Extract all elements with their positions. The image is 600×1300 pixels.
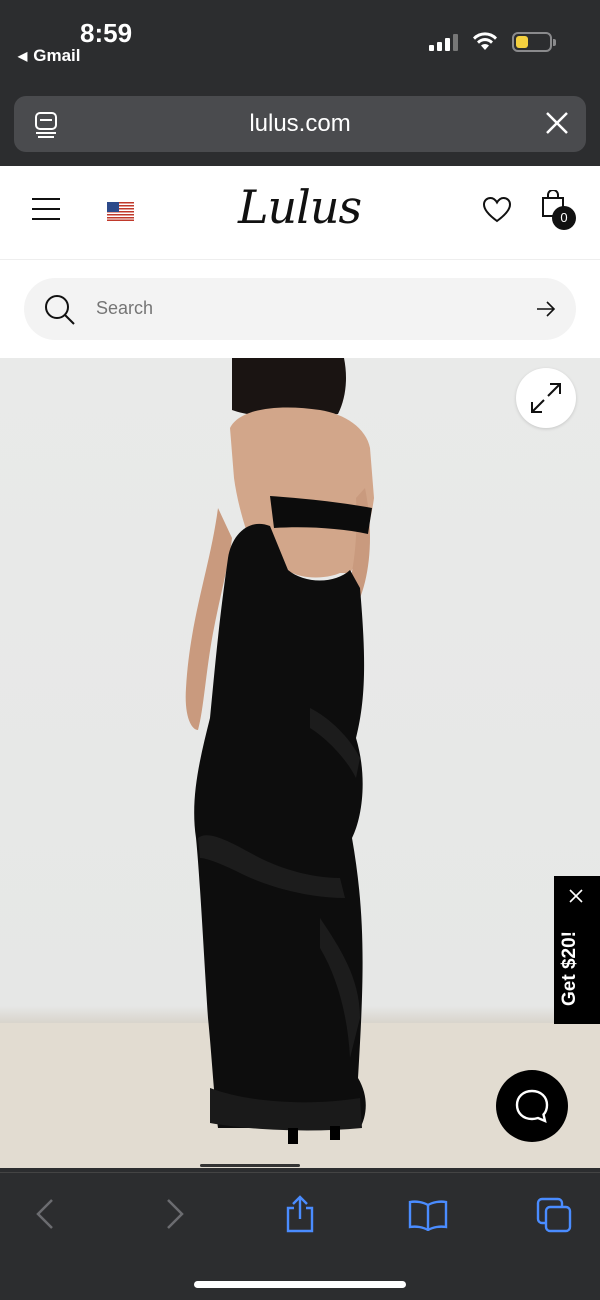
close-icon[interactable]: [544, 110, 570, 136]
menu-icon[interactable]: [32, 198, 60, 228]
promo-label[interactable]: Get $20!: [559, 906, 581, 1006]
wifi-icon: [473, 32, 497, 50]
site-header: Lulus 0: [0, 166, 600, 260]
search-bar[interactable]: [24, 278, 576, 340]
cellular-signal-icon: [429, 33, 458, 51]
cart-count-badge: 0: [552, 206, 576, 230]
expand-icon: [531, 383, 561, 413]
us-flag-icon[interactable]: [107, 202, 134, 221]
status-icons: [429, 32, 556, 52]
forward-arrow-icon[interactable]: [164, 1197, 186, 1231]
clock-time: 8:59: [80, 18, 133, 48]
product-image[interactable]: Get $20!: [0, 358, 600, 1168]
back-triangle-icon: ◀: [18, 49, 28, 63]
page: 8:59 ◀ Gmail lulus.com Lulus 0 Search Ge…: [0, 0, 600, 1300]
back-app-label: Gmail: [33, 46, 81, 65]
chat-bubble-icon: [515, 1089, 549, 1124]
url-bar[interactable]: lulus.com: [14, 96, 586, 152]
back-arrow-icon[interactable]: [34, 1197, 56, 1231]
chat-button[interactable]: [496, 1070, 568, 1142]
promo-tab[interactable]: Get $20!: [554, 876, 600, 1024]
search-icon: [45, 295, 75, 325]
bookmarks-icon[interactable]: [408, 1199, 448, 1231]
status-bar: 8:59 ◀ Gmail: [0, 0, 600, 90]
site-logo[interactable]: Lulus: [238, 180, 362, 234]
model-in-black-dress-image: [185, 358, 374, 1144]
battery-icon: [512, 32, 556, 52]
image-carousel-indicator: [200, 1164, 300, 1167]
share-icon[interactable]: [284, 1195, 316, 1233]
close-icon[interactable]: [568, 888, 584, 904]
browser-toolbar: [0, 1172, 600, 1300]
expand-image-button[interactable]: [516, 368, 576, 428]
url-text[interactable]: lulus.com: [14, 110, 586, 138]
home-indicator: [194, 1281, 406, 1288]
tabs-icon[interactable]: [536, 1197, 572, 1233]
wishlist-heart-icon[interactable]: [482, 196, 512, 224]
search-input[interactable]: [96, 298, 496, 319]
arrow-right-icon[interactable]: [536, 300, 556, 318]
back-to-app-link[interactable]: ◀ Gmail: [18, 46, 80, 66]
search-section: [0, 260, 600, 358]
